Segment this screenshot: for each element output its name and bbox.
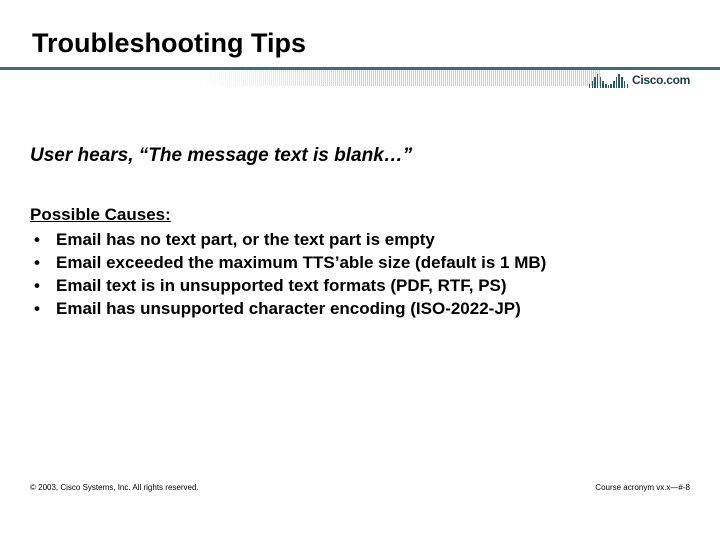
slide: Troubleshooting Tips Cisco <box>0 0 720 540</box>
causes-heading: Possible Causes: <box>30 205 690 225</box>
list-item: Email text is in unsupported text format… <box>56 275 690 298</box>
slide-title: Troubleshooting Tips <box>30 28 690 59</box>
scenario-text: User hears, “The message text is blank…” <box>30 145 690 167</box>
copyright-text: © 2003, Cisco Systems, Inc. All rights r… <box>30 483 199 492</box>
course-ref-text: Course acronym vx.x—#-8 <box>595 483 690 492</box>
list-item: Email has unsupported character encoding… <box>56 298 690 321</box>
cisco-bridge-icon <box>589 72 628 88</box>
logo-text: Cisco.com <box>632 73 690 87</box>
divider-gradient <box>200 70 600 86</box>
causes-list: Email has no text part, or the text part… <box>30 229 690 321</box>
list-item: Email has no text part, or the text part… <box>56 229 690 252</box>
cisco-logo: Cisco.com <box>589 72 690 88</box>
slide-footer: © 2003, Cisco Systems, Inc. All rights r… <box>30 483 690 492</box>
title-divider: Cisco.com <box>0 67 720 89</box>
slide-body: User hears, “The message text is blank…”… <box>30 89 690 321</box>
list-item: Email exceeded the maximum TTS’able size… <box>56 252 690 275</box>
